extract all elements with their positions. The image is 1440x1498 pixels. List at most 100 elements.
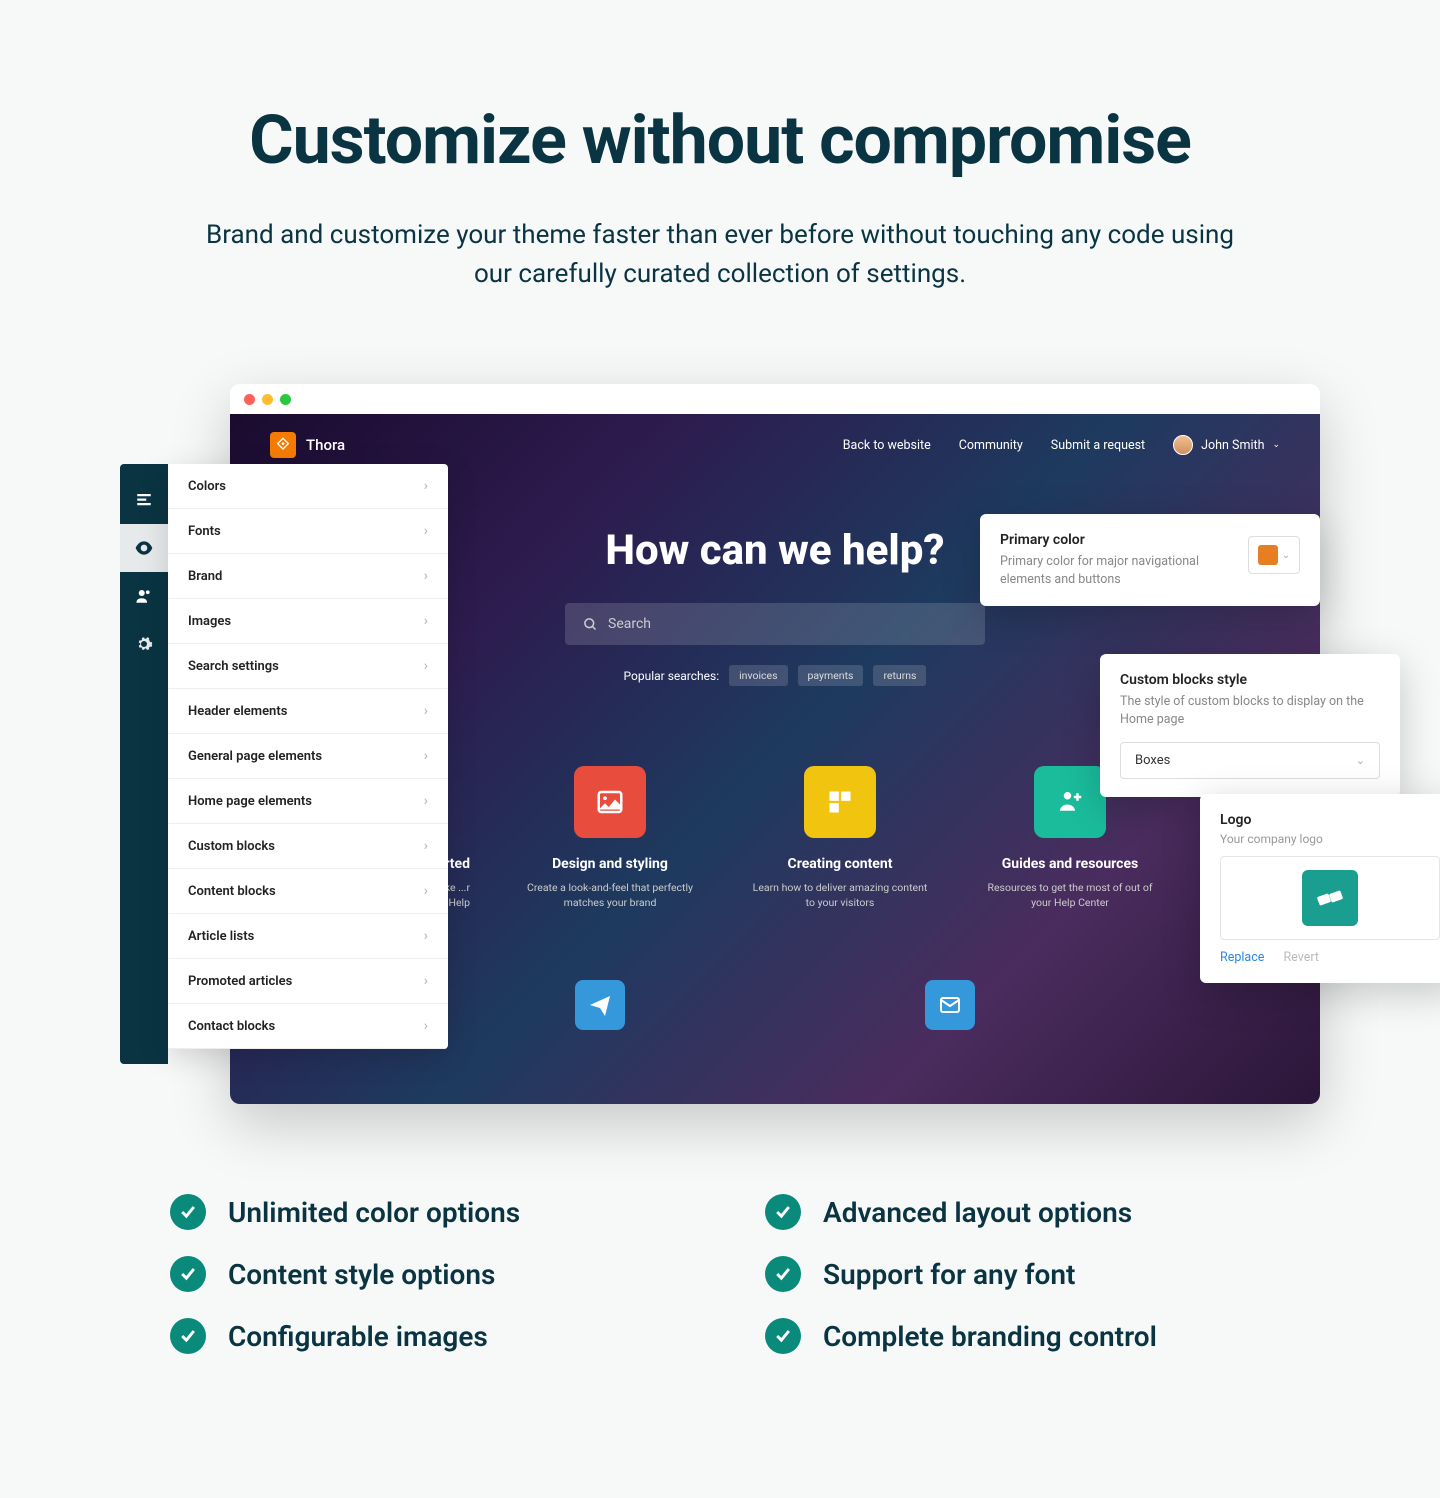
- grid-icon: [804, 766, 876, 838]
- card-desc: Your company logo: [1220, 832, 1440, 846]
- primary-color-card: Primary color Primary color for major na…: [980, 514, 1320, 606]
- card-title: Primary color: [1000, 532, 1234, 548]
- image-icon: [574, 766, 646, 838]
- nav-submit[interactable]: Submit a request: [1051, 438, 1145, 453]
- browser-chrome: [230, 384, 1320, 414]
- logo-upload-card: Logo Your company logo Replace Revert: [1200, 794, 1440, 983]
- revert-button[interactable]: Revert: [1283, 950, 1319, 965]
- settings-item-brand[interactable]: Brand›: [168, 554, 448, 599]
- rail-item-users[interactable]: [120, 572, 168, 620]
- rail-item-layout[interactable]: [120, 476, 168, 524]
- chevron-right-icon: ›: [424, 703, 428, 719]
- color-picker[interactable]: ⌄: [1248, 536, 1300, 574]
- send-icon[interactable]: [575, 980, 625, 1030]
- block-title: Design and styling: [520, 856, 700, 872]
- block-title: Creating content: [750, 856, 930, 872]
- nav-back[interactable]: Back to website: [843, 438, 931, 453]
- chevron-right-icon: ›: [424, 613, 428, 629]
- search-icon: [583, 617, 598, 632]
- settings-item-colors[interactable]: Colors›: [168, 464, 448, 509]
- site-logo[interactable]: Thora: [270, 432, 345, 458]
- select-value: Boxes: [1135, 753, 1170, 768]
- demo-composite: Colors› Fonts› Brand› Images› Search set…: [120, 364, 1320, 1104]
- block-design[interactable]: Design and styling Create a look-and-fee…: [520, 766, 700, 910]
- feature-text: Unlimited color options: [228, 1196, 520, 1229]
- chevron-right-icon: ›: [424, 928, 428, 944]
- hero-title: Customize without compromise: [80, 100, 1360, 180]
- feature-item: Advanced layout options: [765, 1194, 1270, 1230]
- window-close-icon[interactable]: [244, 394, 255, 405]
- chevron-down-icon: ⌄: [1282, 550, 1290, 561]
- chevron-right-icon: ›: [424, 748, 428, 764]
- search-input[interactable]: Search: [565, 603, 985, 645]
- user-menu[interactable]: John Smith ⌄: [1173, 435, 1280, 455]
- settings-item-fonts[interactable]: Fonts›: [168, 509, 448, 554]
- card-desc: Primary color for major navigational ele…: [1000, 553, 1234, 588]
- check-icon: [765, 1194, 801, 1230]
- block-title: Guides and resources: [980, 856, 1160, 872]
- settings-item-search[interactable]: Search settings›: [168, 644, 448, 689]
- check-icon: [765, 1256, 801, 1292]
- hero-subtitle: Brand and customize your theme faster th…: [195, 216, 1245, 294]
- logo-mark-icon: [270, 432, 296, 458]
- feature-item: Configurable images: [170, 1318, 675, 1354]
- chevron-right-icon: ›: [424, 568, 428, 584]
- chevron-right-icon: ›: [424, 1018, 428, 1034]
- block-desc: Learn how to deliver amazing content to …: [750, 880, 930, 910]
- settings-item-home[interactable]: Home page elements›: [168, 779, 448, 824]
- chevron-right-icon: ›: [424, 838, 428, 854]
- settings-item-promoted[interactable]: Promoted articles›: [168, 959, 448, 1004]
- popular-pill[interactable]: invoices: [729, 665, 787, 686]
- gear-icon: [135, 635, 153, 653]
- settings-item-header[interactable]: Header elements›: [168, 689, 448, 734]
- editor-icon-rail: [120, 464, 168, 1064]
- feature-text: Content style options: [228, 1258, 495, 1291]
- check-icon: [170, 1194, 206, 1230]
- settings-item-article-lists[interactable]: Article lists›: [168, 914, 448, 959]
- feature-item: Content style options: [170, 1256, 675, 1292]
- mail-icon[interactable]: [925, 980, 975, 1030]
- style-select[interactable]: Boxes ⌄: [1120, 742, 1380, 779]
- popular-pill[interactable]: returns: [873, 665, 926, 686]
- feature-text: Support for any font: [823, 1258, 1075, 1291]
- chevron-right-icon: ›: [424, 883, 428, 899]
- feature-list: Unlimited color options Advanced layout …: [170, 1194, 1270, 1354]
- chevron-right-icon: ›: [424, 973, 428, 989]
- feature-item: Complete branding control: [765, 1318, 1270, 1354]
- card-title: Logo: [1220, 812, 1440, 828]
- settings-item-custom-blocks[interactable]: Custom blocks›: [168, 824, 448, 869]
- site-brand-name: Thora: [306, 436, 345, 454]
- company-logo-icon: [1302, 870, 1358, 926]
- avatar-icon: [1173, 435, 1193, 455]
- block-desc: Resources to get the most of out of your…: [980, 880, 1160, 910]
- page-container: Customize without compromise Brand and c…: [20, 20, 1420, 1454]
- card-title: Custom blocks style: [1120, 672, 1380, 688]
- support-icon: [1034, 766, 1106, 838]
- logo-actions: Replace Revert: [1220, 950, 1440, 965]
- chevron-down-icon: ⌄: [1356, 754, 1365, 767]
- rail-item-settings[interactable]: [120, 620, 168, 668]
- popular-pill[interactable]: payments: [798, 665, 864, 686]
- check-icon: [765, 1318, 801, 1354]
- check-icon: [170, 1256, 206, 1292]
- logo-preview: [1220, 856, 1440, 940]
- feature-item: Support for any font: [765, 1256, 1270, 1292]
- window-minimize-icon[interactable]: [262, 394, 273, 405]
- chevron-right-icon: ›: [424, 793, 428, 809]
- settings-item-general[interactable]: General page elements›: [168, 734, 448, 779]
- block-content[interactable]: Creating content Learn how to deliver am…: [750, 766, 930, 910]
- feature-text: Advanced layout options: [823, 1196, 1132, 1229]
- nav-community[interactable]: Community: [959, 438, 1023, 453]
- card-desc: The style of custom blocks to display on…: [1120, 693, 1380, 728]
- window-maximize-icon[interactable]: [280, 394, 291, 405]
- replace-button[interactable]: Replace: [1220, 950, 1264, 965]
- rail-item-preview[interactable]: [120, 524, 168, 572]
- feature-text: Configurable images: [228, 1320, 488, 1353]
- settings-item-contact[interactable]: Contact blocks›: [168, 1004, 448, 1049]
- feature-text: Complete branding control: [823, 1320, 1157, 1353]
- custom-blocks-card: Custom blocks style The style of custom …: [1100, 654, 1400, 797]
- popular-label: Popular searches:: [624, 669, 720, 683]
- settings-item-images[interactable]: Images›: [168, 599, 448, 644]
- settings-item-content-blocks[interactable]: Content blocks›: [168, 869, 448, 914]
- chevron-right-icon: ›: [424, 658, 428, 674]
